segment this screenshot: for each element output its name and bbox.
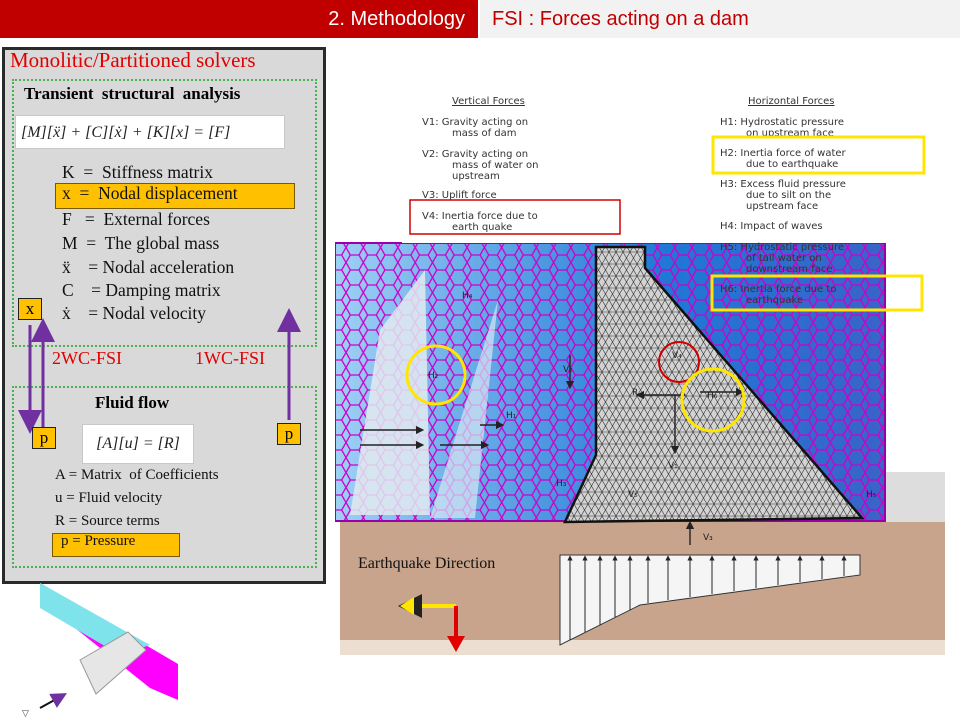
term-displacement: x = Nodal displacement	[62, 183, 238, 203]
one-way-coupling-label: 1WC-FSI	[195, 348, 266, 368]
term-fluid-velocity: u = Fluid velocity	[55, 490, 163, 506]
term-source: R = Source terms	[55, 513, 160, 529]
term-damping: C = Damping matrix	[62, 280, 221, 300]
label-h1: H₁	[506, 411, 517, 421]
v4-line2: earth quake	[452, 222, 512, 233]
v2-line1: V2: Gravity acting on	[422, 149, 528, 160]
term-external-forces: F = External forces	[62, 209, 210, 229]
v2-line3: upstream	[452, 171, 500, 182]
v4-line1: V4: Inertia force due to	[422, 211, 538, 222]
dam-3d-face	[40, 583, 178, 700]
structural-title: Transient structural analysis	[24, 84, 241, 103]
label-v4: V₄	[672, 351, 682, 361]
h3-line3: upstream face	[746, 201, 818, 212]
label-h2: H₂	[428, 371, 439, 381]
label-h5: H₅	[866, 490, 877, 500]
term-pressure: p = Pressure	[61, 533, 136, 549]
axis-arrow	[39, 693, 68, 709]
vertical-forces-title: Vertical Forces	[452, 96, 525, 107]
solvers-title: Monolitic/Partitioned solvers	[10, 48, 256, 72]
p-box-right: p	[277, 423, 301, 445]
term-coefficients: A = Matrix of Coefficients	[55, 467, 219, 483]
label-h3: H₃	[556, 479, 567, 489]
h4-line: H4: Impact of waves	[720, 221, 823, 232]
term-acceleration: ẍ = Nodal acceleration	[62, 257, 235, 277]
fluid-equation: [A][u] = [R]	[82, 424, 194, 464]
h6-line1: H6: Inertia force due to	[720, 284, 836, 295]
term-velocity: ẋ = Nodal velocity	[62, 303, 207, 323]
label-v1: V₁	[668, 461, 678, 471]
h2-line1: H2: Inertia force of water	[720, 148, 847, 159]
horizontal-forces-title: Horizontal Forces	[748, 96, 835, 107]
label-v3: V₃	[703, 533, 713, 543]
dam-3d-body	[79, 631, 147, 695]
label-v2: V₂	[563, 365, 573, 375]
fluid-title: Fluid flow	[95, 393, 170, 412]
svg-text:▽: ▽	[22, 708, 29, 718]
p-box-left: p	[32, 427, 56, 449]
h2-line2: due to earthquake	[746, 159, 838, 170]
h3-line1: H3: Excess fluid pressure	[720, 179, 846, 190]
v1-line2: mass of dam	[452, 128, 517, 139]
h1-line1: H1: Hydrostatic pressure	[720, 117, 844, 128]
structural-equation: [M][ẍ] + [C][ẋ] + [K][x] = [F]	[15, 115, 285, 149]
h5-line3: downstream face	[746, 264, 833, 275]
term-global-mass: M = The global mass	[62, 233, 220, 253]
earthquake-direction-label: Earthquake Direction	[358, 555, 496, 572]
section-title: 2. Methodology	[328, 8, 465, 30]
slide-topic: FSI : Forces acting on a dam	[492, 8, 749, 30]
two-way-coupling-label: 2WC-FSI	[52, 348, 123, 368]
x-box: x	[18, 298, 42, 320]
h3-line2: due to silt on the	[746, 190, 831, 201]
label-r: R	[632, 388, 638, 398]
h5-line2: of tail water on	[746, 253, 822, 264]
label-v5: V₅	[628, 490, 638, 500]
label-h6: H₆	[707, 391, 718, 401]
h6-line2: earthquake	[746, 295, 803, 306]
label-h4: H₄	[462, 291, 473, 301]
h5-line1: H5: Hydrostatic pressure	[720, 242, 844, 253]
v1-line1: V1: Gravity acting on	[422, 117, 528, 128]
term-stiffness: K = Stiffness matrix	[62, 162, 213, 182]
v2-line2: mass of water on	[452, 160, 538, 171]
dam-3d-water	[40, 583, 150, 655]
